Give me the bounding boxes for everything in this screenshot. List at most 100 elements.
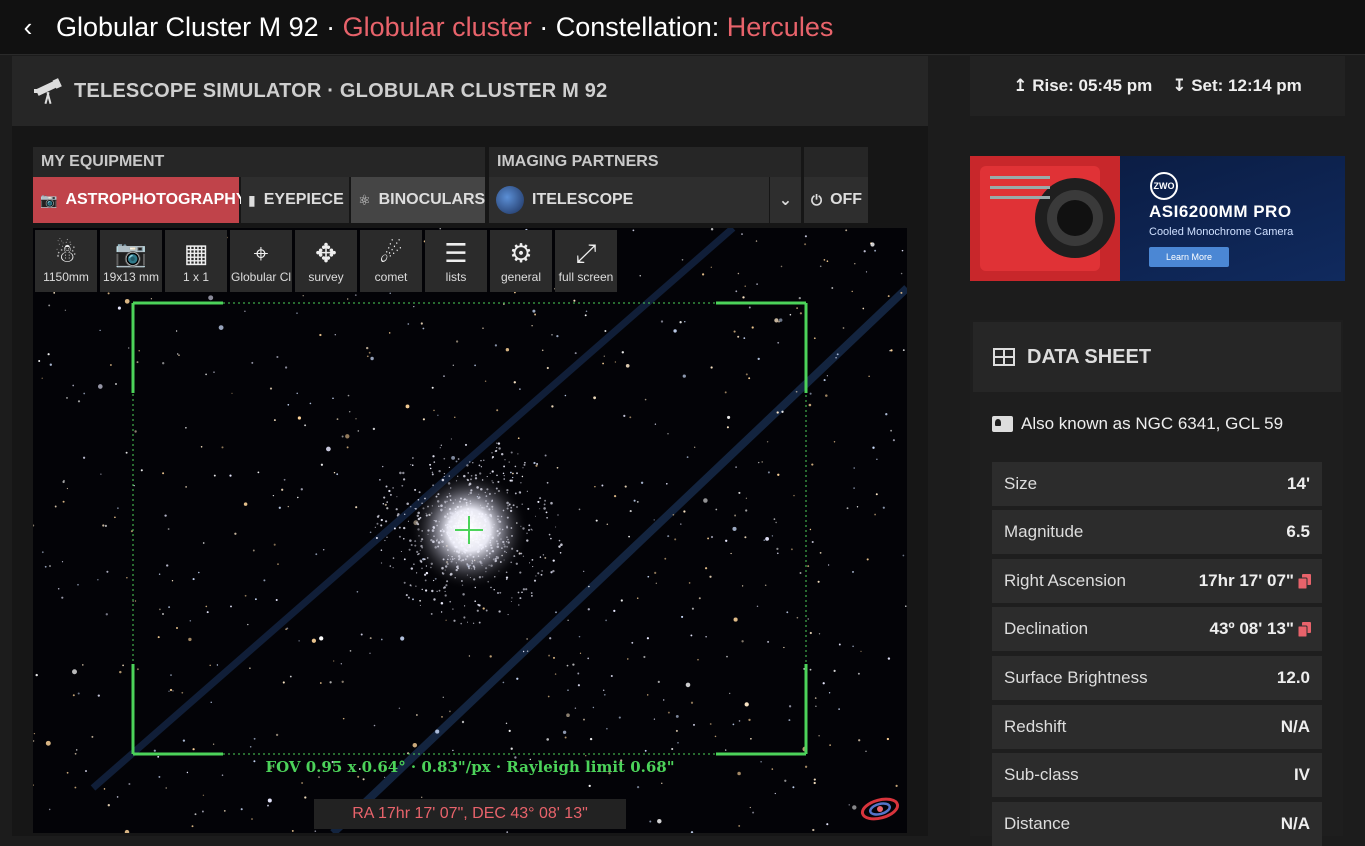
- star: [825, 394, 828, 397]
- cluster-star: [409, 505, 412, 508]
- star: [48, 808, 51, 811]
- cluster-star: [403, 513, 406, 516]
- ad-learn-more-button[interactable]: Learn More: [1149, 247, 1229, 267]
- star: [534, 313, 537, 316]
- cluster-star: [546, 481, 549, 484]
- star: [314, 830, 317, 832]
- cluster-star: [440, 444, 442, 446]
- star: [748, 718, 751, 722]
- constellation-link[interactable]: Hercules: [727, 12, 834, 42]
- star: [103, 788, 106, 790]
- cluster-star: [393, 527, 396, 530]
- star: [407, 323, 410, 325]
- tool-lists[interactable]: ☰ lists: [425, 230, 487, 292]
- star: [623, 414, 626, 417]
- star: [44, 565, 47, 568]
- star: [833, 441, 836, 443]
- cluster-star: [410, 463, 412, 466]
- star: [667, 433, 669, 435]
- copy-icon[interactable]: [1297, 573, 1311, 589]
- partner-select[interactable]: ITELESCOPE: [489, 177, 769, 223]
- star: [517, 437, 520, 440]
- star: [804, 243, 807, 246]
- datasheet-value: 6.5: [1286, 522, 1310, 542]
- cluster-star: [550, 537, 552, 540]
- cluster-star: [403, 558, 406, 561]
- star: [153, 749, 156, 752]
- tool-comet[interactable]: ☄ comet: [360, 230, 422, 292]
- star: [206, 611, 209, 614]
- star: [171, 580, 174, 582]
- star: [655, 582, 657, 584]
- simulator-title: TELESCOPE SIMULATOR · GLOBULAR CLUSTER M…: [74, 79, 608, 102]
- tool-mosaic[interactable]: ▦ 1 x 1: [165, 230, 227, 292]
- star: [585, 310, 588, 313]
- star: [567, 689, 569, 691]
- cluster-star: [499, 591, 502, 594]
- set-info: ↧ Set: 12:14 pm: [1172, 76, 1302, 96]
- cluster-star: [522, 467, 524, 469]
- star: [201, 810, 204, 813]
- star: [315, 553, 318, 556]
- star: [49, 565, 51, 567]
- star: [819, 551, 822, 554]
- tool-focal-length[interactable]: ☃ 1150mm: [35, 230, 97, 292]
- star: [823, 259, 826, 261]
- star: [243, 502, 248, 506]
- tool-general[interactable]: ⚙ general: [490, 230, 552, 292]
- star: [296, 312, 298, 314]
- star: [125, 451, 128, 454]
- eyepiece-tab[interactable]: ▮ EYEPIECE: [241, 177, 349, 223]
- star: [761, 461, 764, 463]
- star: [640, 481, 644, 484]
- sky-viewer[interactable]: ☃ 1150mm 📷 19x13 mm ▦ 1 x 1 ⌖ Globular Cl ✥ s…: [33, 228, 907, 833]
- star: [807, 618, 809, 620]
- tool-fullscreen[interactable]: ⤢ full screen: [555, 230, 617, 292]
- star: [737, 272, 740, 275]
- star: [269, 387, 273, 390]
- tool-survey[interactable]: ✥ survey: [295, 230, 357, 292]
- binoculars-tab[interactable]: ⚛ BINOCULARS: [351, 177, 485, 223]
- partner-dropdown-button[interactable]: ⌄: [770, 177, 801, 223]
- cluster-star: [410, 585, 412, 587]
- star: [776, 411, 779, 414]
- star: [369, 652, 371, 654]
- star: [451, 455, 456, 460]
- star: [99, 329, 101, 332]
- star: [550, 571, 553, 574]
- star: [780, 265, 783, 268]
- copy-icon[interactable]: [1297, 621, 1311, 637]
- star: [749, 806, 751, 809]
- star: [61, 561, 64, 563]
- star: [767, 471, 770, 474]
- binoculars-icon: ⚛: [358, 191, 371, 208]
- datasheet-row: Redshift N/A: [992, 705, 1322, 749]
- star: [691, 607, 694, 610]
- back-chevron-icon[interactable]: ‹: [0, 0, 56, 55]
- star: [602, 689, 605, 691]
- off-button[interactable]: ⏻ OFF: [804, 177, 868, 223]
- star: [628, 535, 630, 538]
- cluster-star: [521, 591, 523, 594]
- galaxy-icon[interactable]: [859, 793, 901, 825]
- star: [218, 325, 224, 331]
- cluster-star: [376, 522, 379, 525]
- tool-sensor[interactable]: 📷 19x13 mm: [100, 230, 162, 292]
- star: [273, 543, 276, 546]
- cluster-star: [511, 597, 513, 599]
- star: [102, 524, 105, 527]
- camera-advertisement[interactable]: ZWO ASI6200MM PRO Cooled Monochrome Came…: [970, 156, 1345, 281]
- tool-target[interactable]: ⌖ Globular Cl: [230, 230, 292, 292]
- astrophotography-tab[interactable]: 📷 ASTROPHOTOGRAPHY: [33, 177, 247, 223]
- star: [627, 658, 629, 660]
- star: [454, 416, 456, 418]
- star: [116, 796, 119, 798]
- star: [38, 360, 41, 362]
- star: [564, 736, 567, 739]
- star: [348, 411, 351, 413]
- star: [551, 333, 553, 336]
- cluster-star: [402, 478, 406, 481]
- star: [556, 466, 559, 469]
- cluster-star: [418, 491, 421, 494]
- object-type-link[interactable]: Globular cluster: [343, 12, 532, 42]
